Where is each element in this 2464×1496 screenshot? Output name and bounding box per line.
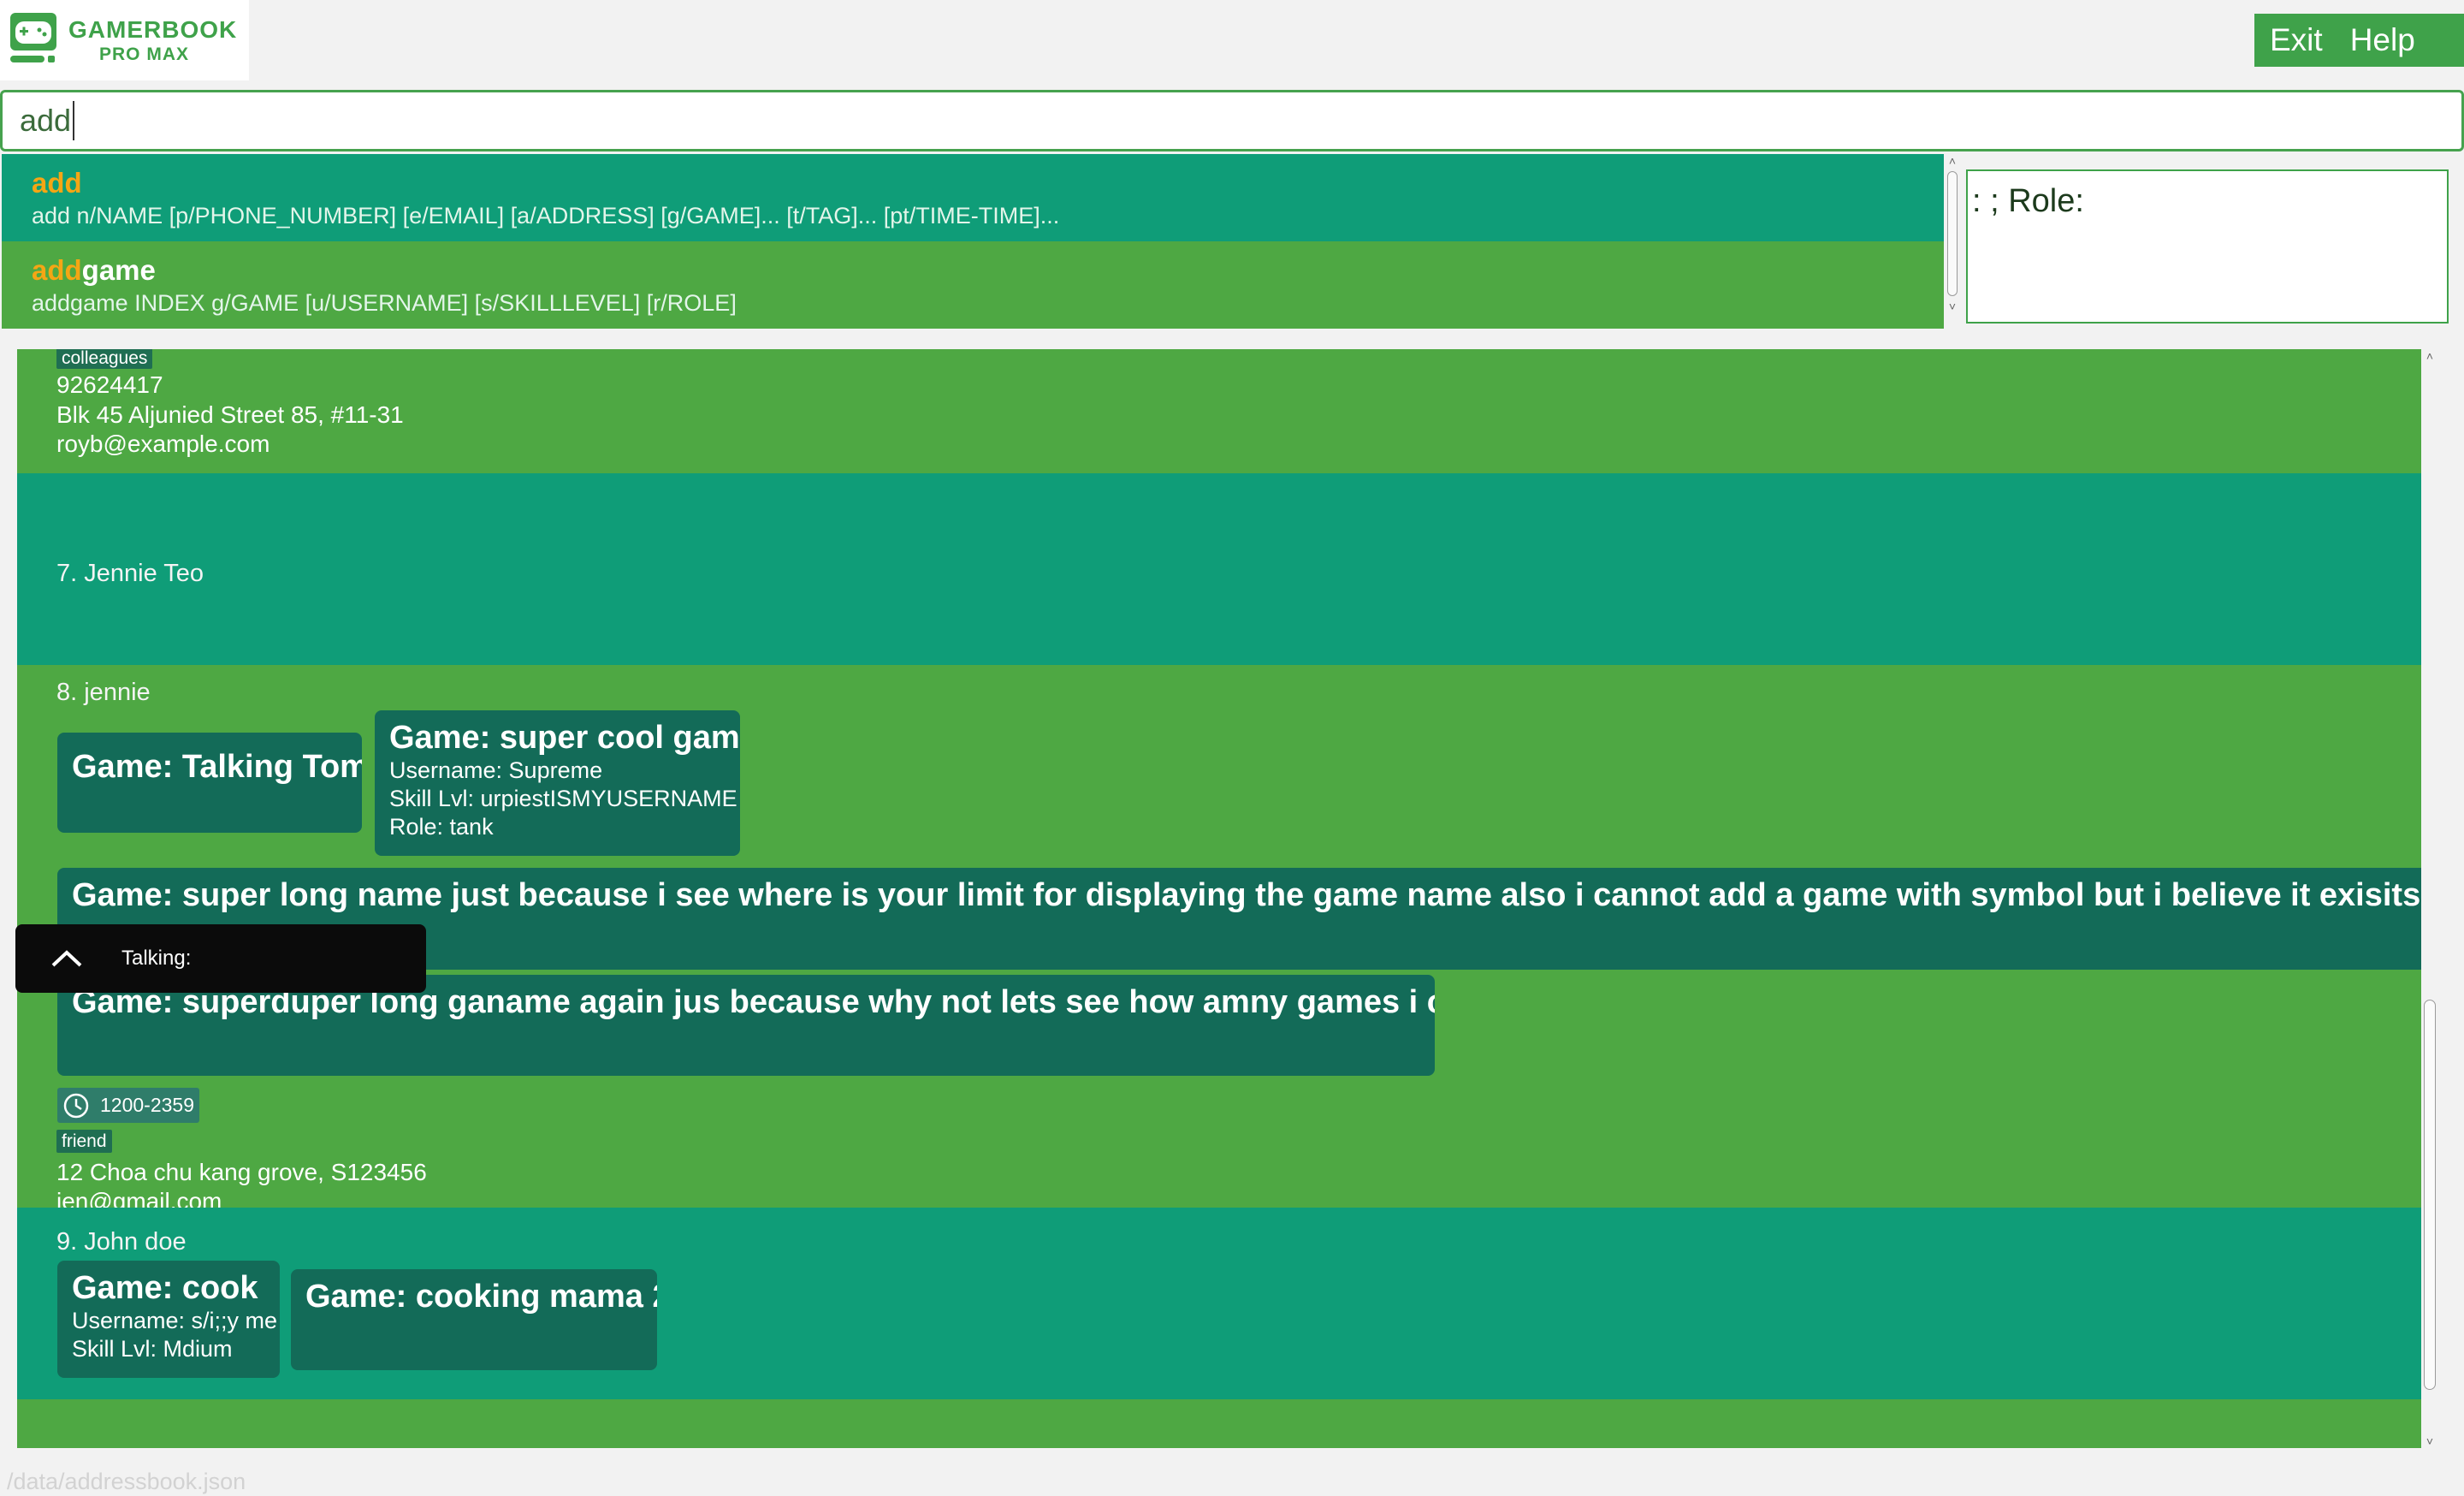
autocomplete-usage: add n/NAME [p/PHONE_NUMBER] [e/EMAIL] [a… [32,203,1060,229]
playtime-badge: 1200-2359 [57,1088,199,1123]
person-address: 12 Choa chu kang grove, S123456 [56,1159,427,1185]
menu-help[interactable]: Help [2350,22,2415,58]
game-skill: Skill Lvl: Mdium [72,1336,233,1362]
scrollbar-thumb[interactable] [1947,171,1958,296]
gamepad-logo-icon [10,13,56,62]
playtime-range: 1200-2359 [100,1094,194,1116]
autocomplete-rest: game [81,254,156,286]
talking-popup[interactable]: Talking: [15,924,426,993]
person-card[interactable] [17,1399,2421,1448]
game-username: Username: Supreme [389,757,603,783]
game-title: Game: super long name just because i see… [72,877,2421,913]
scrollbar-thumb[interactable] [2424,1000,2436,1390]
scroll-up-arrow-icon[interactable]: ˄ [1946,154,1958,168]
autocomplete-item-addgame[interactable]: addgame addgame INDEX g/GAME [u/USERNAME… [2,241,1944,329]
person-email: royb@example.com [56,430,270,457]
tag-badge: friend [56,1130,112,1153]
scroll-down-arrow-icon[interactable]: ˅ [1946,300,1958,313]
command-input-value: add [20,103,72,138]
game-title: Game: Talking Tom [72,749,362,785]
game-username: Username: s/i;;y me [72,1308,278,1333]
person-name: 7. Jennie Teo [56,560,204,587]
clock-icon [63,1093,89,1118]
popup-label: Talking: [121,947,192,970]
person-list[interactable]: colleagues 92624417 Blk 45 Aljunied Stre… [17,349,2421,1448]
autocomplete-item-add[interactable]: add add n/NAME [p/PHONE_NUMBER] [e/EMAIL… [2,154,1944,241]
game-title: Game: cooking mama 2 [305,1279,657,1315]
person-card[interactable]: 7. Jennie Teo [17,473,2421,665]
text-caret [73,101,75,140]
scroll-down-arrow-icon[interactable]: ˅ [2424,1434,2436,1448]
autocomplete-usage: addgame INDEX g/GAME [u/USERNAME] [s/SKI… [32,290,737,316]
menu-exit[interactable]: Exit [2270,22,2323,58]
app-logo-title: GAMERBOOK [68,15,238,43]
app-logo: GAMERBOOK PRO MAX [0,0,249,80]
person-phone: 92624417 [56,371,163,398]
person-list-scrollbar[interactable]: ˄ ˅ [2421,349,2438,1448]
autocomplete-dropdown: add add n/NAME [p/PHONE_NUMBER] [e/EMAIL… [2,154,1944,329]
status-bar-path: /data/addressbook.json [7,1469,246,1494]
person-card[interactable]: colleagues 92624417 Blk 45 Aljunied Stre… [17,349,2421,473]
autocomplete-match: add [32,254,82,286]
scroll-up-arrow-icon[interactable]: ˄ [2424,349,2436,363]
game-card[interactable]: Game: Talking Tom [57,733,362,833]
person-card[interactable]: 9. John doe Game: cook Username: s/i;;y … [17,1208,2421,1399]
person-name: 9. John doe [56,1228,187,1256]
chevron-up-icon[interactable] [50,948,84,969]
autocomplete-match: add [32,167,82,199]
autocomplete-scrollbar[interactable]: ˄ ˅ [1946,154,1958,329]
person-address: Blk 45 Aljunied Street 85, #11-31 [56,401,404,428]
menu-bar: Exit Help [2254,14,2464,67]
game-card[interactable]: Game: cook Username: s/i;;y me Skill Lvl… [57,1261,280,1378]
game-title: Game: cook [72,1270,258,1306]
game-card[interactable]: Game: cooking mama 2 [291,1269,657,1370]
person-name: 8. jennie [56,679,151,706]
game-card[interactable]: Game: super cool game Username: Supreme … [375,710,740,856]
command-input[interactable]: add [0,90,2464,151]
result-display: : ; Role: [1966,169,2449,324]
game-role: Role: tank [389,814,494,840]
tag-badge: colleagues [56,349,153,369]
app-logo-subtitle: PRO MAX [99,44,190,64]
game-title: Game: super cool game [389,720,740,756]
game-skill: Skill Lvl: urpiestISMYUSERNAME [389,786,737,811]
